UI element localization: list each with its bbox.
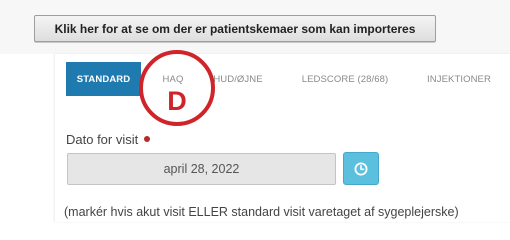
visit-date-field[interactable]: april 28, 2022 — [67, 153, 336, 185]
visit-form-page: Klik her for at se om der er patientskem… — [0, 0, 510, 222]
tab-ledscore[interactable]: LEDSCORE (28/68) — [290, 62, 400, 96]
tab-injektioner[interactable]: INJEKTIONER — [418, 62, 500, 96]
tab-standard[interactable]: STANDARD — [66, 62, 141, 96]
visit-date-label-text: Dato for visit — [66, 131, 139, 147]
required-indicator — [144, 136, 151, 142]
visit-date-label: Dato for visit — [66, 129, 151, 149]
time-picker-button[interactable] — [343, 152, 379, 185]
import-patient-forms-button[interactable]: Klik her for at se om der er patientskem… — [34, 15, 436, 42]
import-bar: Klik her for at se om der er patientskem… — [0, 0, 510, 54]
clock-icon — [354, 162, 368, 175]
annotation-label: D — [167, 85, 187, 116]
visit-note: (markér hvis akut visit ELLER standard v… — [64, 205, 459, 219]
